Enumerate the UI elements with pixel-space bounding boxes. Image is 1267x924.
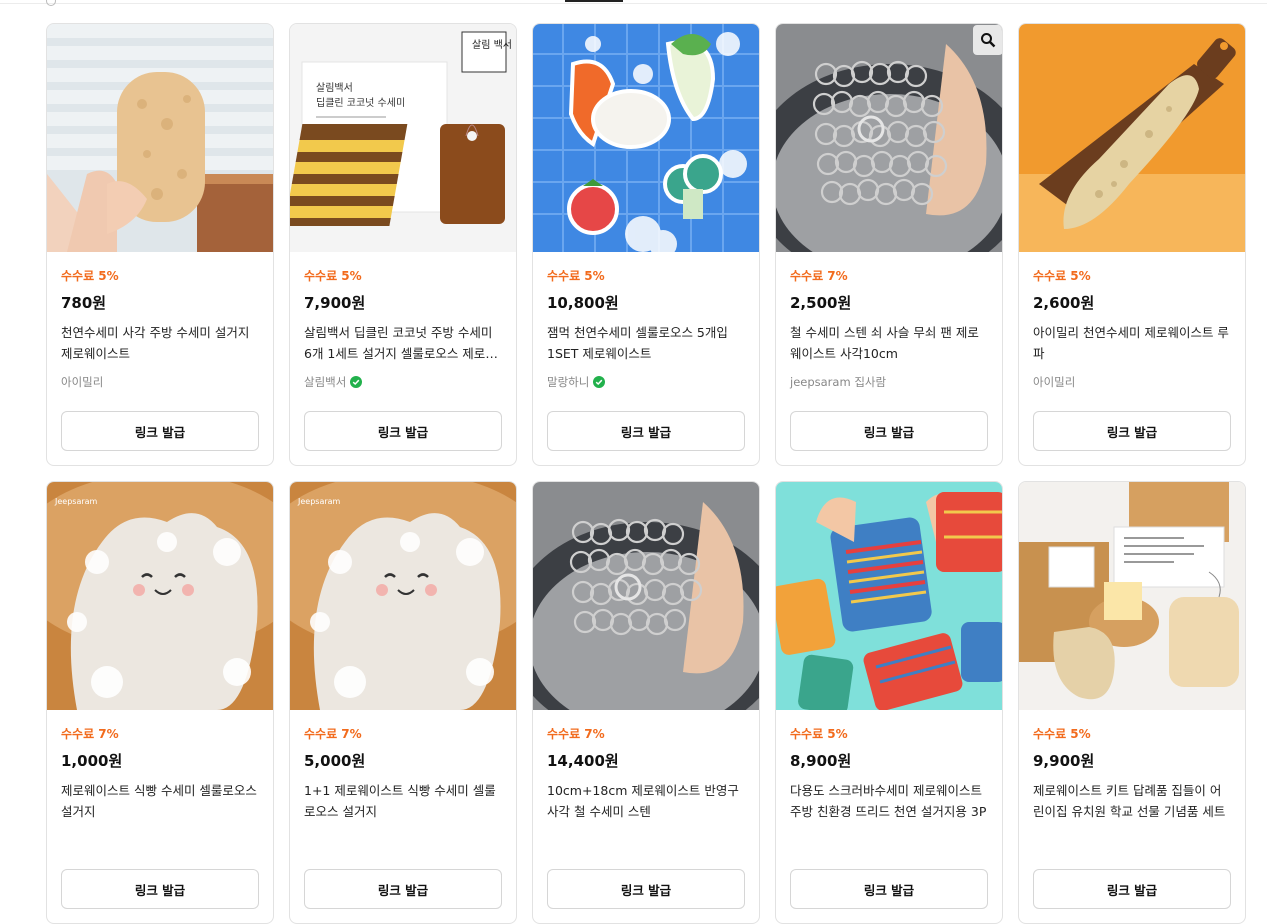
product-card[interactable]: Jeepsaram 수수료 7% 5,000원 1+1 제로웨이스트 식빵 수세…	[289, 481, 517, 924]
issue-link-button[interactable]: 링크 발급	[1033, 411, 1231, 451]
issue-link-button[interactable]: 링크 발급	[61, 411, 259, 451]
product-image[interactable]	[1019, 482, 1245, 710]
product-card[interactable]: Jeepsaram 수수료 7% 1,000원 제로웨이스트 식빵 수세미 셀룰…	[46, 481, 274, 924]
product-price: 5,000원	[304, 752, 366, 770]
seller-name: 말랑하니	[547, 372, 745, 392]
search-icon	[981, 33, 996, 48]
seller-label: 아이밀리	[1033, 375, 1076, 389]
product-price: 780원	[61, 294, 107, 312]
product-price: 8,900원	[790, 752, 852, 770]
issue-link-button[interactable]: 링크 발급	[547, 869, 745, 909]
product-card[interactable]: 수수료 7% 14,400원 10cm+18cm 제로웨이스트 반영구 사각 철…	[532, 481, 760, 924]
product-price: 9,900원	[1033, 752, 1095, 770]
issue-link-button[interactable]: 링크 발급	[1033, 869, 1231, 909]
seller-name	[304, 830, 502, 850]
box-text: 딥클린 코코넛 수세미	[316, 97, 405, 109]
seller-label: 말랑하니	[547, 375, 590, 389]
commission-rate: 수수료 7%	[61, 727, 119, 741]
commission-rate: 수수료 7%	[304, 727, 362, 741]
issue-link-button[interactable]: 링크 발급	[304, 869, 502, 909]
issue-link-button[interactable]: 링크 발급	[547, 411, 745, 451]
nav-icon[interactable]	[46, 0, 56, 6]
product-price: 10,800원	[547, 294, 619, 312]
issue-link-button[interactable]: 링크 발급	[790, 869, 988, 909]
product-price: 7,900원	[304, 294, 366, 312]
product-image[interactable]	[776, 482, 1002, 710]
brand-logo: Jeepsaram	[54, 497, 98, 506]
seller-name: jeepsaram 집사람	[790, 372, 988, 392]
commission-rate: 수수료 5%	[304, 269, 362, 283]
commission-rate: 수수료 5%	[547, 269, 605, 283]
product-name[interactable]: 철 수세미 스텐 쇠 사슬 무쇠 팬 제로웨이스트 사각10cm	[790, 322, 988, 364]
seller-name: 아이밀리	[1033, 372, 1231, 392]
seller-label: 살림백서	[304, 375, 347, 389]
product-image[interactable]	[533, 482, 759, 710]
active-tab-indicator	[565, 0, 623, 2]
top-tab-bar	[0, 0, 1267, 6]
product-name[interactable]: 1+1 제로웨이스트 식빵 수세미 셀룰로오스 설거지	[304, 780, 502, 822]
seller-name	[61, 830, 259, 850]
product-name[interactable]: 잼먹 천연수세미 셀룰로오스 5개입 1SET 제로웨이스트	[547, 322, 745, 364]
seller-name: 살림백서	[304, 372, 502, 392]
box-text: 살림백서	[316, 82, 353, 94]
product-image[interactable]: Jeepsaram	[47, 482, 273, 710]
product-card[interactable]: 수수료 5% 9,900원 제로웨이스트 키트 답례품 집들이 어린이집 유치원…	[1018, 481, 1246, 924]
product-grid: 수수료 5% 780원 천연수세미 사각 주방 수세미 설거지 제로웨이스트 아…	[46, 23, 1246, 924]
issue-link-button[interactable]: 링크 발급	[61, 869, 259, 909]
product-card[interactable]: 수수료 5% 8,900원 다용도 스크러바수세미 제로웨이스트 주방 친환경 …	[775, 481, 1003, 924]
seller-name	[790, 830, 988, 850]
product-name[interactable]: 10cm+18cm 제로웨이스트 반영구 사각 철 수세미 스텐	[547, 780, 745, 822]
seller-label: jeepsaram 집사람	[790, 375, 887, 389]
commission-rate: 수수료 5%	[790, 727, 848, 741]
product-name[interactable]: 아이밀리 천연수세미 제로웨이스트 루파	[1033, 322, 1231, 364]
brand-logo: Jeepsaram	[297, 497, 341, 506]
seller-name	[547, 830, 745, 850]
product-name[interactable]: 다용도 스크러바수세미 제로웨이스트 주방 친환경 뜨리드 천연 설거지용 3P	[790, 780, 988, 822]
product-price: 1,000원	[61, 752, 123, 770]
commission-rate: 수수료 5%	[1033, 269, 1091, 283]
brand-tag: 살림 백서	[472, 39, 512, 51]
product-card[interactable]: 수수료 5% 10,800원 잼먹 천연수세미 셀룰로오스 5개입 1SET 제…	[532, 23, 760, 466]
product-image[interactable]	[47, 24, 273, 252]
product-image[interactable]: 살림백서 딥클린 코코넛 수세미 살림 백서	[290, 24, 516, 252]
product-image[interactable]	[533, 24, 759, 252]
verified-check-icon	[593, 376, 606, 388]
commission-rate: 수수료 7%	[547, 727, 605, 741]
product-card[interactable]: 살림백서 딥클린 코코넛 수세미 살림 백서 수수료 5% 7,900원 살림백…	[289, 23, 517, 466]
seller-name: 아이밀리	[61, 372, 259, 392]
product-name[interactable]: 제로웨이스트 식빵 수세미 셀룰로오스 설거지	[61, 780, 259, 822]
issue-link-button[interactable]: 링크 발급	[790, 411, 988, 451]
product-image[interactable]	[1019, 24, 1245, 252]
zoom-button[interactable]	[973, 25, 1002, 55]
product-card[interactable]: 수수료 5% 2,600원 아이밀리 천연수세미 제로웨이스트 루파 아이밀리 …	[1018, 23, 1246, 466]
product-price: 2,500원	[790, 294, 852, 312]
product-name[interactable]: 살림백서 딥클린 코코넛 주방 수세미 6개 1세트 설거지 셀룰로오스 제로웨…	[304, 322, 502, 364]
seller-label: 아이밀리	[61, 375, 104, 389]
product-name[interactable]: 제로웨이스트 키트 답례품 집들이 어린이집 유치원 학교 선물 기념품 세트	[1033, 780, 1231, 822]
seller-name	[1033, 830, 1231, 850]
product-image[interactable]	[776, 24, 1002, 252]
product-image[interactable]: Jeepsaram	[290, 482, 516, 710]
issue-link-button[interactable]: 링크 발급	[304, 411, 502, 451]
commission-rate: 수수료 7%	[790, 269, 848, 283]
sponge-stack	[290, 124, 408, 226]
commission-rate: 수수료 5%	[61, 269, 119, 283]
verified-check-icon	[350, 376, 363, 388]
product-card[interactable]: 수수료 7% 2,500원 철 수세미 스텐 쇠 사슬 무쇠 팬 제로웨이스트 …	[775, 23, 1003, 466]
commission-rate: 수수료 5%	[1033, 727, 1091, 741]
product-name[interactable]: 천연수세미 사각 주방 수세미 설거지 제로웨이스트	[61, 322, 259, 364]
product-card[interactable]: 수수료 5% 780원 천연수세미 사각 주방 수세미 설거지 제로웨이스트 아…	[46, 23, 274, 466]
product-price: 2,600원	[1033, 294, 1095, 312]
product-price: 14,400원	[547, 752, 619, 770]
